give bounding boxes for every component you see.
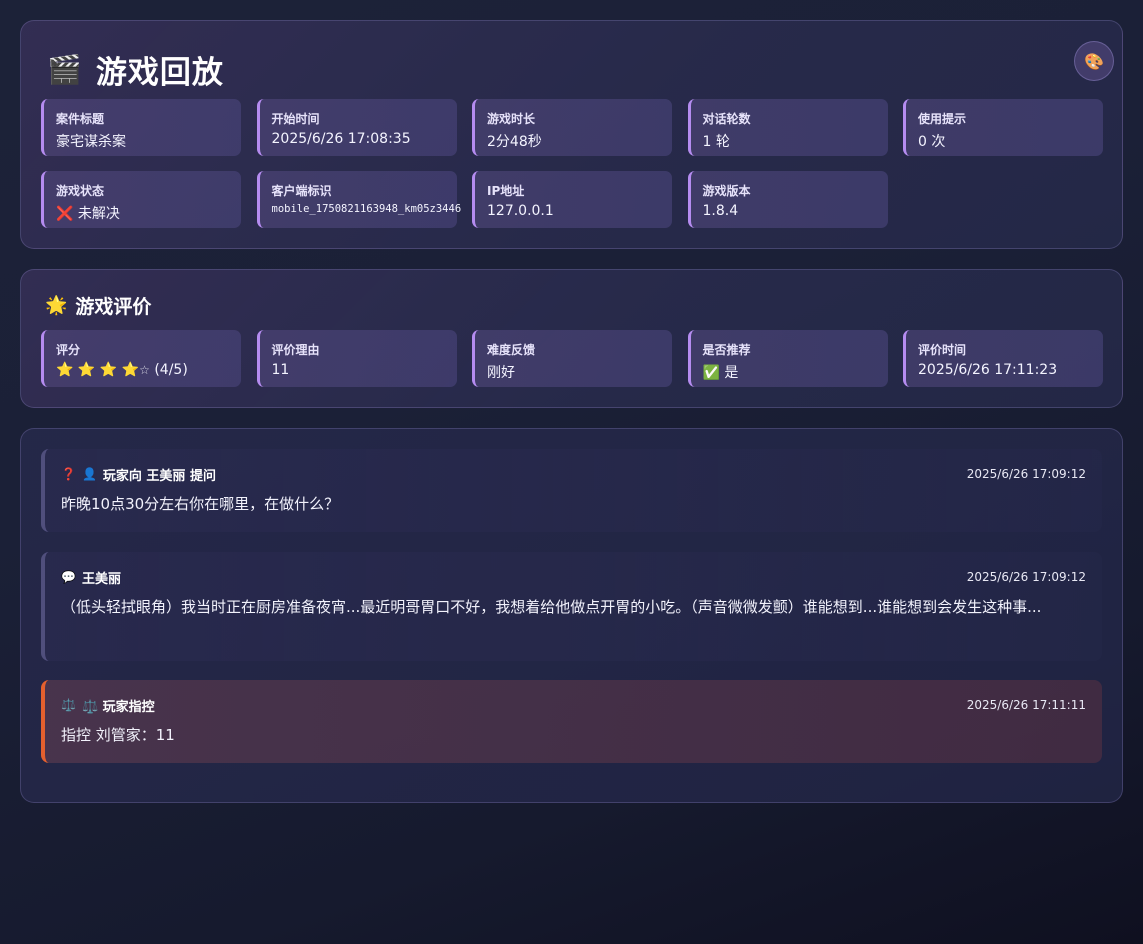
rating-label: 是否推荐 — [702, 343, 751, 357]
meta-label: 游戏版本 — [702, 184, 751, 198]
message-sender-label: 玩家向 王美丽 提问 — [102, 468, 216, 484]
dialog-accusation-message: ⚖️ ⚖️ 玩家指控 2025/6/26 17:11:11 指控 刘管家：11 — [41, 680, 1102, 763]
message-sender: ⚖️ ⚖️ 玩家指控 — [61, 696, 155, 715]
message-text: 昨晚10点30分左右你在哪里，在做什么？ — [61, 495, 340, 513]
palette-icon: 🎨 — [1084, 51, 1104, 71]
meta-card-version: 游戏版本 1.8.4 — [687, 171, 888, 228]
rating-label: 评价理由 — [271, 343, 320, 357]
meta-card-case-title: 案件标题 豪宅谋杀案 — [41, 99, 241, 156]
meta-label: 客户端标识 — [271, 184, 332, 198]
message-timestamp: 2025/6/26 17:11:11 — [966, 698, 1086, 712]
message-header: ❓ 👤 玩家向 王美丽 提问 2025/6/26 17:09:12 — [61, 465, 1086, 484]
theme-palette-button[interactable]: 🎨 — [1074, 41, 1114, 81]
meta-label: 案件标题 — [56, 112, 105, 126]
meta-card-hints: 使用提示 0 次 — [903, 99, 1103, 156]
message-text: 指控 刘管家：11 — [61, 726, 175, 744]
message-timestamp: 2025/6/26 17:09:12 — [966, 570, 1086, 584]
meta-value: ❌ 未解决 — [56, 206, 120, 222]
rating-title-row: 🌟 游戏评价 — [45, 292, 151, 319]
rating-card-difficulty: 难度反馈 刚好 — [472, 330, 672, 387]
meta-label: 游戏时长 — [487, 112, 536, 126]
rating-value: 刚好 — [487, 365, 515, 381]
meta-value: 豪宅谋杀案 — [56, 134, 126, 150]
rating-value: 2025/6/26 17:11:23 — [918, 362, 1058, 378]
meta-card-ip: IP地址 127.0.0.1 — [472, 171, 672, 228]
star-filled-icon: ⭐ — [77, 362, 96, 378]
scales-icon: ⚖️ — [61, 698, 76, 712]
star-empty-icon: ☆ — [139, 363, 150, 377]
star-filled-icon: ⭐ — [121, 362, 140, 378]
meta-card-duration: 游戏时长 2分48秒 — [472, 99, 672, 156]
rating-score-text: (4/5) — [154, 362, 188, 378]
meta-value: 127.0.0.1 — [487, 203, 554, 219]
meta-card-client-id: 客户端标识 mobile_1750821163948_km05z3446 — [256, 171, 462, 228]
meta-value: 2025/6/26 17:08:35 — [271, 131, 411, 147]
message-sender: 💬 王美丽 — [61, 568, 121, 587]
dialog-question-message: ❓ 👤 玩家向 王美丽 提问 2025/6/26 17:09:12 昨晚10点3… — [41, 449, 1102, 532]
message-sender-label: ⚖️ 玩家指控 — [81, 699, 155, 715]
rating-card-recommend: 是否推荐 ✅ 是 — [687, 330, 888, 387]
rating-label: 难度反馈 — [487, 343, 536, 357]
meta-card-status: 游戏状态 ❌ 未解决 — [41, 171, 241, 228]
page-title: 游戏回放 — [95, 55, 224, 91]
meta-label: 游戏状态 — [56, 184, 105, 198]
message-sender-label: 王美丽 — [81, 571, 121, 587]
star-filled-icon: ⭐ — [99, 362, 118, 378]
rating-card-time: 评价时间 2025/6/26 17:11:23 — [903, 330, 1103, 387]
rating-value: ✅ 是 — [702, 365, 739, 381]
meta-value: 0 次 — [918, 134, 946, 150]
message-header: 💬 王美丽 2025/6/26 17:09:12 — [61, 568, 1086, 587]
message-timestamp: 2025/6/26 17:09:12 — [966, 467, 1086, 481]
meta-label: 对话轮数 — [702, 112, 751, 126]
star-filled-icon: ⭐ — [56, 362, 74, 378]
meta-value: 1.8.4 — [702, 203, 739, 219]
meta-info-grid: 案件标题 豪宅谋杀案 开始时间 2025/6/26 17:08:35 游戏时长 … — [41, 99, 1103, 228]
meta-label: 开始时间 — [271, 112, 320, 126]
meta-value: 2分48秒 — [487, 134, 542, 150]
meta-label: IP地址 — [487, 184, 525, 198]
message-text: （低头轻拭眼角）我当时正在厨房准备夜宵...最近明哥胃口不好，我想着给他做点开胃… — [61, 598, 1042, 616]
dialog-answer-message: 💬 王美丽 2025/6/26 17:09:12 （低头轻拭眼角）我当时正在厨房… — [41, 552, 1102, 661]
dialog-log-panel: ❓ 👤 玩家向 王美丽 提问 2025/6/26 17:09:12 昨晚10点3… — [20, 428, 1123, 803]
rating-section-title: 游戏评价 — [75, 296, 152, 318]
rating-value: 11 — [271, 362, 290, 378]
title-row: 🎬 游戏回放 — [47, 47, 224, 92]
rating-stars: ⭐ ⭐ ⭐ ⭐☆ (4/5) — [56, 362, 241, 378]
user-avatar-icon: 👤 — [81, 467, 97, 481]
rating-card-reason: 评价理由 11 — [256, 330, 457, 387]
star-glow-icon: 🌟 — [45, 295, 68, 316]
rating-label: 评价时间 — [918, 343, 967, 357]
meta-label: 使用提示 — [918, 112, 967, 126]
meta-card-start-time: 开始时间 2025/6/26 17:08:35 — [256, 99, 457, 156]
question-mark-icon: ❓ — [61, 467, 76, 481]
meta-card-rounds: 对话轮数 1 轮 — [687, 99, 888, 156]
meta-value: mobile_1750821163948_km05z3446 — [271, 203, 462, 215]
rating-grid: 评分 ⭐ ⭐ ⭐ ⭐☆ (4/5) 评价理由 11 难度反馈 刚好 是否推荐 ✅… — [41, 330, 1103, 387]
rating-label: 评分 — [56, 343, 81, 357]
game-rating-panel: 🌟 游戏评价 评分 ⭐ ⭐ ⭐ ⭐☆ (4/5) 评价理由 11 难度反馈 刚好… — [20, 269, 1123, 408]
clapperboard-icon: 🎬 — [47, 52, 82, 86]
meta-value: 1 轮 — [702, 134, 730, 150]
rating-card-score: 评分 ⭐ ⭐ ⭐ ⭐☆ (4/5) — [41, 330, 241, 387]
message-sender: ❓ 👤 玩家向 王美丽 提问 — [61, 465, 216, 484]
game-replay-header-panel: 🎨 🎬 游戏回放 案件标题 豪宅谋杀案 开始时间 2025/6/26 17:08… — [20, 20, 1123, 249]
speech-bubble-icon: 💬 — [61, 570, 76, 584]
message-header: ⚖️ ⚖️ 玩家指控 2025/6/26 17:11:11 — [61, 696, 1086, 715]
